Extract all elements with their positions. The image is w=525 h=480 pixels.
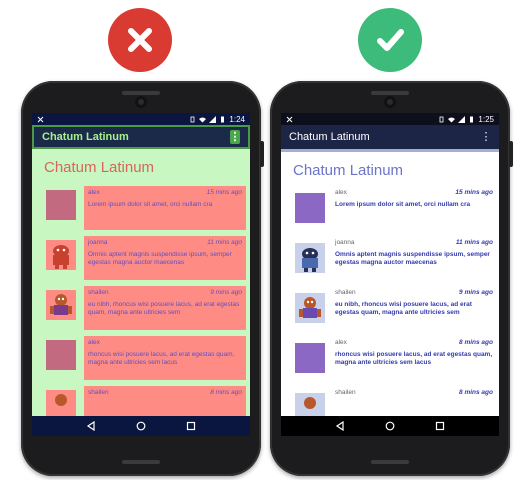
msg-sender: shailen: [88, 289, 109, 296]
page-heading: Chatum Latinum: [293, 162, 404, 179]
page-heading: Chatum Latinum: [44, 159, 155, 176]
msg-text: Omnis aptent magnis suspendisse ipsum, s…: [88, 251, 232, 266]
bad-example-badge: [108, 8, 172, 72]
msg-text: eu nibh, rhoncus wisi posuere lacus, ad …: [335, 301, 472, 316]
navigation-bar: [281, 416, 499, 436]
home-icon[interactable]: [385, 421, 395, 431]
msg-sender: alex: [88, 189, 100, 196]
phone-good-example: 1:25 Chatum Latinum ⋮ Chatum Latinum ale…: [270, 81, 513, 476]
bottom-speaker: [122, 460, 160, 464]
avatar: [295, 193, 325, 223]
overflow-menu-icon[interactable]: ⋮: [481, 130, 492, 144]
wifi-icon: [199, 116, 207, 123]
msg-time: 8 mins ago: [459, 389, 493, 396]
vibrate-icon: [189, 116, 196, 123]
recents-icon[interactable]: [186, 421, 196, 431]
status-time: 1:25: [478, 114, 494, 124]
navigation-bar: [32, 416, 250, 436]
front-camera: [384, 96, 396, 108]
battery-icon: [219, 116, 226, 123]
power-button: [260, 141, 264, 167]
list-item[interactable]: joanna 11 mins ago Omnis aptent magnis su…: [46, 236, 246, 280]
msg-text: rhoncus wisi posuere lacus, ad erat eges…: [88, 351, 235, 366]
earpiece: [122, 91, 160, 95]
message-list: Chatum Latinum alex 15 mins ago Lorem ips…: [32, 149, 250, 416]
recents-icon[interactable]: [435, 421, 445, 431]
signal-icon: [458, 115, 466, 123]
message-list: Chatum Latinum alex 15 mins ago Lorem ips…: [281, 152, 499, 416]
msg-sender: alex: [88, 339, 100, 346]
list-item[interactable]: shailen 8 mins ago: [295, 389, 495, 416]
list-item[interactable]: shailen 9 mins ago eu nibh, rhoncus wisi …: [46, 286, 246, 330]
msg-sender: alex: [335, 189, 347, 196]
status-time: 1:24: [229, 114, 245, 124]
list-item[interactable]: shailen 8 mins ago: [46, 386, 246, 416]
list-item[interactable]: alex 15 mins ago Lorem ipsum dolor sit am…: [46, 186, 246, 230]
android-avatar-icon: [295, 393, 325, 416]
back-icon[interactable]: [86, 421, 96, 431]
list-item[interactable]: alex rhoncus wisi posuere lacus, ad erat…: [46, 336, 246, 380]
power-button: [509, 141, 513, 167]
good-example-badge: [358, 8, 422, 72]
list-item[interactable]: alex 8 mins ago rhoncus wisi posuere lacu…: [295, 339, 495, 383]
vibrate-icon: [438, 116, 445, 123]
msg-time: 9 mins ago: [210, 289, 242, 296]
msg-sender: joanna: [335, 239, 355, 246]
earpiece: [371, 91, 409, 95]
avatar: [295, 343, 325, 373]
screen: 1:24 Chatum Latinum ⋮ Chatum Latinum ale…: [32, 113, 250, 436]
screen: 1:25 Chatum Latinum ⋮ Chatum Latinum ale…: [281, 113, 499, 436]
msg-text: Omnis aptent magnis suspendisse ipsum, s…: [335, 251, 490, 266]
list-item[interactable]: alex 15 mins ago Lorem ipsum dolor sit am…: [295, 189, 495, 233]
wifi-icon: [448, 116, 456, 123]
overflow-menu-icon[interactable]: ⋮: [230, 130, 241, 144]
msg-time: 11 mins ago: [207, 239, 242, 246]
msg-sender: shailen: [88, 389, 109, 396]
back-icon[interactable]: [335, 421, 345, 431]
msg-time: 11 mins ago: [455, 239, 493, 246]
android-avatar-icon: [295, 293, 325, 323]
android-avatar-icon: [46, 240, 76, 270]
list-item[interactable]: shailen 9 mins ago eu nibh, rhoncus wisi …: [295, 289, 495, 333]
avatar: [46, 340, 76, 370]
android-avatar-icon: [46, 290, 76, 320]
msg-time: 15 mins ago: [206, 189, 242, 196]
app-bar: Chatum Latinum ⋮: [281, 125, 499, 149]
app-bar-title: Chatum Latinum: [42, 131, 129, 143]
android-avatar-icon: [46, 390, 76, 416]
status-bar: 1:24: [32, 113, 250, 125]
app-bar: Chatum Latinum ⋮: [32, 125, 250, 149]
phone-bad-example: 1:24 Chatum Latinum ⋮ Chatum Latinum ale…: [21, 81, 264, 476]
msg-sender: shailen: [335, 389, 356, 396]
front-camera: [135, 96, 147, 108]
list-item[interactable]: joanna 11 mins ago Omnis aptent magnis su…: [295, 239, 495, 283]
bottom-speaker: [371, 460, 409, 464]
android-avatar-icon: [295, 243, 325, 273]
notification-icon: [286, 116, 293, 123]
msg-sender: alex: [335, 339, 347, 346]
msg-text: Lorem ipsum dolor sit amet, orci nullam …: [335, 201, 471, 208]
signal-icon: [209, 115, 217, 123]
msg-text: Lorem ipsum dolor sit amet, orci nullam …: [88, 201, 213, 208]
cross-icon: [128, 28, 152, 52]
avatar: [46, 190, 76, 220]
msg-sender: joanna: [88, 239, 108, 246]
msg-time: 9 mins ago: [459, 289, 493, 296]
msg-time: 8 mins ago: [210, 389, 242, 396]
notification-icon: [37, 116, 44, 123]
status-bar: 1:25: [281, 113, 499, 125]
msg-time: 15 mins ago: [455, 189, 493, 196]
battery-icon: [468, 116, 475, 123]
msg-text: rhoncus wisi posuere lacus, ad erat eges…: [335, 351, 493, 366]
app-bar-title: Chatum Latinum: [289, 131, 370, 143]
msg-sender: shailen: [335, 289, 356, 296]
msg-time: 8 mins ago: [459, 339, 493, 346]
check-icon: [377, 29, 404, 51]
home-icon[interactable]: [136, 421, 146, 431]
msg-text: eu nibh, rhoncus wisi posuere lacus, ad …: [88, 301, 240, 316]
